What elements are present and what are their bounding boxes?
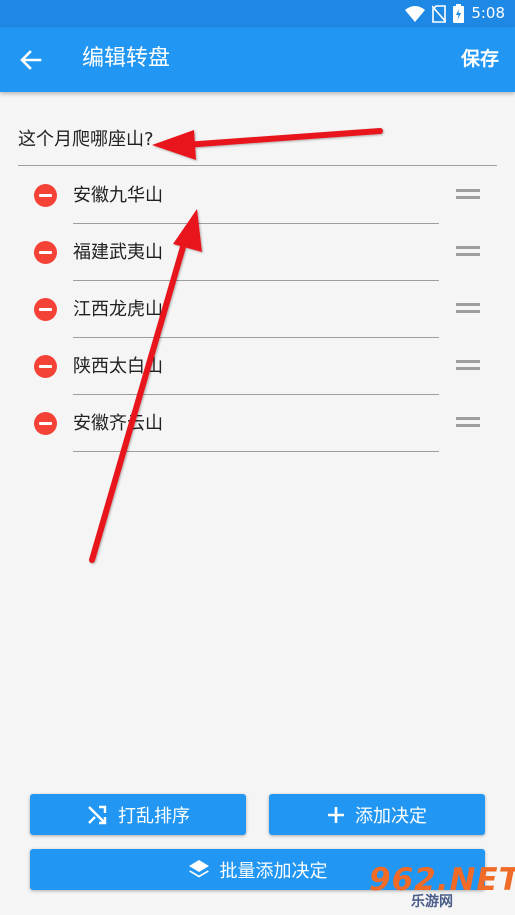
option-input[interactable]: 安徽九华山	[73, 177, 439, 224]
watermark-main: 962.NET	[369, 862, 515, 898]
layers-icon	[188, 859, 209, 877]
app-bar: 编辑转盘 保存	[0, 27, 515, 92]
option-input[interactable]: 福建武夷山	[73, 234, 439, 281]
status-time: 5:08	[471, 4, 505, 22]
list-item: 安徽九华山	[0, 167, 515, 224]
batch-add-label: 批量添加决定	[219, 860, 328, 882]
watermark: 962.NET 乐游网	[369, 863, 515, 911]
list-item: 福建武夷山	[0, 224, 515, 281]
status-icons: 5:08	[405, 4, 505, 23]
arrow-back-icon	[20, 50, 42, 70]
remove-circle-icon[interactable]	[34, 298, 57, 321]
back-button[interactable]	[18, 47, 44, 73]
drag-handle-icon[interactable]	[456, 189, 480, 201]
shuffle-icon	[88, 805, 107, 824]
remove-circle-icon[interactable]	[34, 355, 57, 378]
option-input[interactable]: 安徽齐云山	[73, 405, 439, 452]
save-button[interactable]: 保存	[461, 45, 499, 73]
option-input[interactable]: 江西龙虎山	[73, 291, 439, 338]
page-title: 编辑转盘	[82, 46, 171, 71]
shuffle-label: 打乱排序	[118, 805, 190, 827]
drag-handle-icon[interactable]	[456, 303, 480, 315]
add-option-label: 添加决定	[355, 805, 427, 827]
remove-circle-icon[interactable]	[34, 184, 57, 207]
options-list: 安徽九华山 福建武夷山 江西龙虎山 陕西太白山 安徽齐云山	[0, 167, 515, 452]
option-input[interactable]: 陕西太白山	[73, 348, 439, 395]
drag-handle-icon[interactable]	[456, 360, 480, 372]
list-item: 安徽齐云山	[0, 395, 515, 452]
drag-handle-icon[interactable]	[456, 246, 480, 258]
status-bar: 5:08	[0, 0, 515, 27]
list-item: 陕西太白山	[0, 338, 515, 395]
plus-icon	[328, 806, 344, 823]
battery-charging-icon	[453, 4, 465, 23]
remove-circle-icon[interactable]	[34, 412, 57, 435]
add-option-button[interactable]: 添加决定	[269, 794, 485, 835]
shuffle-button[interactable]: 打乱排序	[30, 794, 246, 835]
no-sim-icon	[432, 4, 447, 23]
question-input[interactable]: 这个月爬哪座山?	[18, 120, 497, 166]
remove-circle-icon[interactable]	[34, 241, 57, 264]
watermark-sub: 乐游网	[411, 894, 453, 910]
list-item: 江西龙虎山	[0, 281, 515, 338]
wifi-icon	[405, 5, 426, 22]
drag-handle-icon[interactable]	[456, 417, 480, 429]
